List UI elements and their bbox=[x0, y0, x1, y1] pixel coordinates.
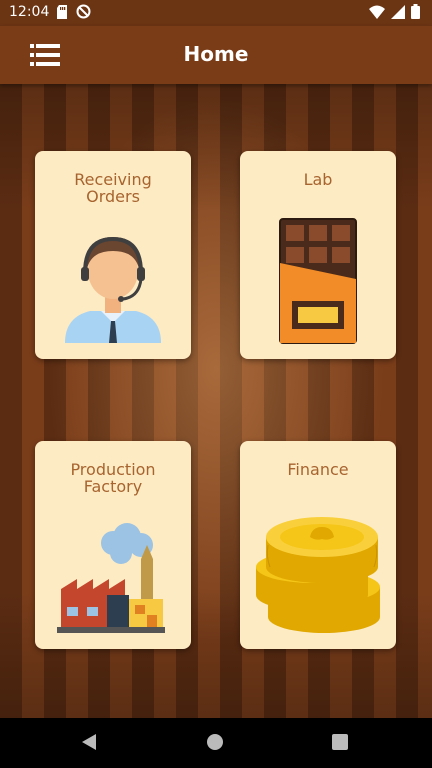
card-production-factory[interactable]: Production Factory bbox=[35, 441, 191, 649]
customer-service-agent-icon bbox=[65, 236, 161, 343]
status-left-icons bbox=[56, 4, 91, 19]
gold-coins-icon bbox=[256, 517, 380, 633]
status-bar: 12:04 bbox=[0, 0, 432, 26]
factory-icon bbox=[57, 523, 165, 633]
recents-icon[interactable] bbox=[332, 734, 348, 750]
page-title: Home bbox=[183, 42, 249, 66]
no-disturb-icon bbox=[76, 4, 91, 19]
wifi-icon bbox=[369, 5, 385, 19]
nav-bar bbox=[0, 718, 432, 768]
back-icon[interactable] bbox=[80, 733, 98, 751]
status-time: 12:04 bbox=[9, 4, 50, 20]
card-receiving-orders[interactable]: Receiving Orders bbox=[35, 151, 191, 359]
home-icon[interactable] bbox=[206, 733, 224, 751]
card-lab[interactable]: Lab bbox=[240, 151, 396, 359]
signal-icon bbox=[391, 4, 405, 19]
status-right-icons bbox=[369, 4, 420, 19]
app-bar: Home bbox=[0, 26, 432, 84]
chocolate-bar-icon bbox=[279, 218, 357, 344]
card-finance[interactable]: Finance bbox=[240, 441, 396, 649]
screen: 12:04 Home Receiving Orders Lab Producti… bbox=[0, 0, 432, 768]
main-content: Receiving Orders Lab Production Factory … bbox=[0, 84, 432, 718]
sd-card-icon bbox=[57, 4, 67, 19]
battery-icon bbox=[411, 4, 420, 19]
